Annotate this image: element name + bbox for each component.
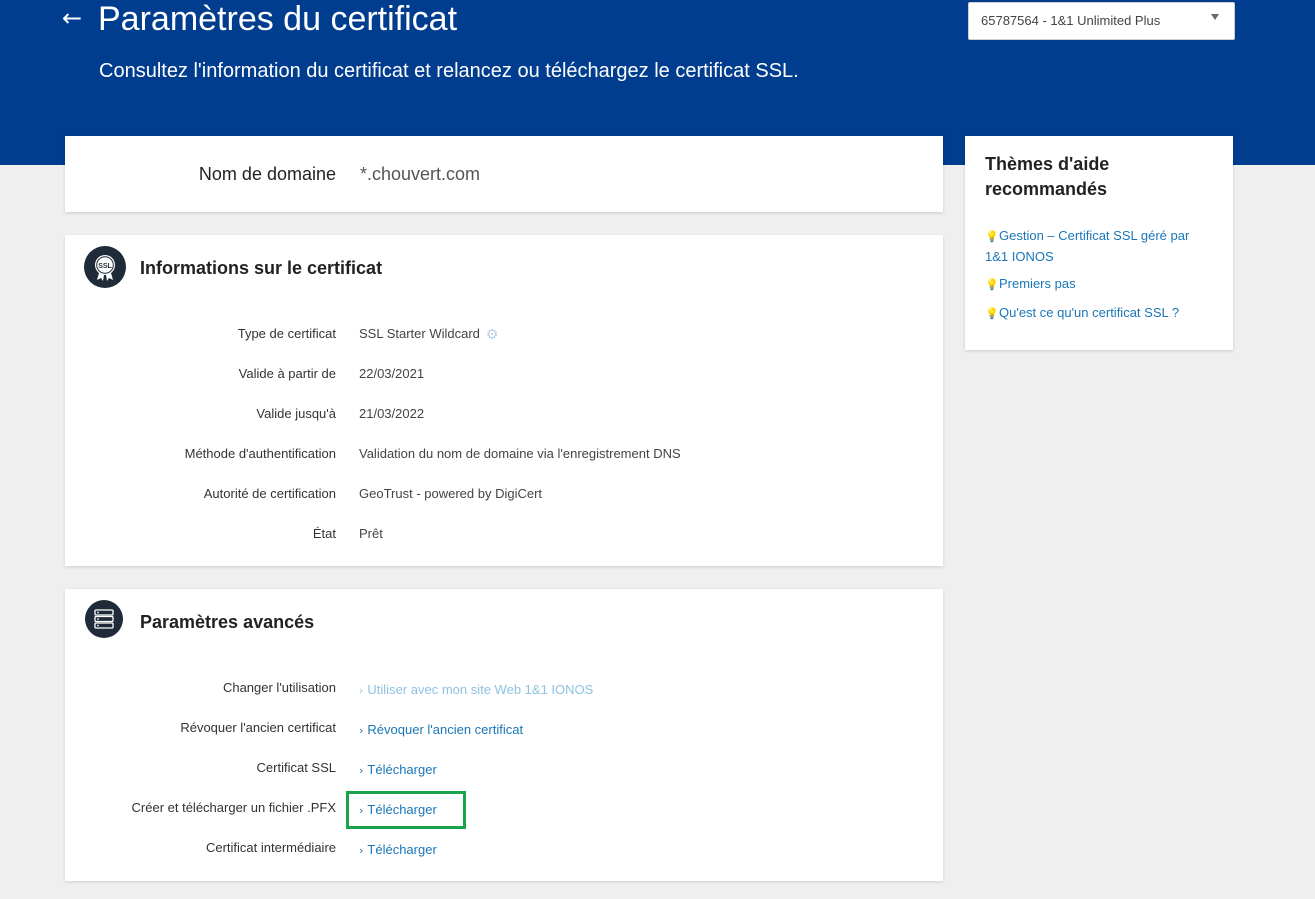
domain-label: Nom de domaine [198, 164, 336, 184]
domain-value: *.chouvert.com [360, 164, 481, 184]
auth-method-label: Méthode d'authentification [184, 446, 336, 461]
cert-authority-value: GeoTrust - powered by DigiCert [359, 486, 543, 501]
chevron-right-icon: › [359, 724, 364, 737]
ssl-certificate-label: Certificat SSL [256, 760, 336, 775]
advanced-settings-card: Paramètres avancés Changer l'utilisation… [65, 589, 943, 881]
help-link-what-is-ssl[interactable]: 💡Qu'est ce qu'un certificat SSL ? [985, 303, 1210, 324]
chevron-right-icon: › [359, 844, 364, 857]
intermediate-cert-label: Certificat intermédiaire [205, 840, 336, 855]
server-icon [85, 600, 123, 638]
certificate-info-title: Informations sur le certificat [140, 258, 383, 278]
page-subtitle: Consultez l'information du certificat et… [99, 60, 799, 82]
valid-until-label: Valide jusqu'à [256, 406, 336, 421]
cert-type-value: SSL Starter Wildcard ⚙ [359, 326, 499, 343]
page-title: Paramètres du certificat [98, 0, 458, 38]
chevron-down-icon [1211, 14, 1219, 20]
revoke-label: Révoquer l'ancien certificat [180, 720, 336, 735]
change-usage-label: Changer l'utilisation [222, 680, 336, 695]
cert-authority-label: Autorité de certification [203, 486, 336, 501]
download-intermediate-link[interactable]: › Télécharger [359, 842, 437, 857]
lightbulb-icon: 💡 [985, 231, 999, 243]
contract-select-value: 65787564 - 1&1 Unlimited Plus [981, 13, 1161, 28]
lightbulb-icon: 💡 [985, 279, 999, 291]
help-link-getting-started[interactable]: 💡Premiers pas [985, 274, 1210, 295]
svg-text:SSL: SSL [98, 263, 112, 270]
auth-method-value: Validation du nom de domaine via l'enreg… [359, 446, 681, 461]
cert-type-label: Type de certificat [237, 326, 336, 341]
valid-from-label: Valide à partir de [238, 366, 336, 381]
lightbulb-icon: 💡 [985, 308, 999, 320]
arrow-left-icon[interactable]: ← [62, 5, 82, 31]
domain-card: Nom de domaine *.chouvert.com [65, 136, 943, 212]
chevron-right-icon: › [359, 684, 364, 697]
certificate-info-card: SSL Informations sur le certificat Type … [65, 235, 943, 566]
help-link-ssl-management[interactable]: 💡Gestion – Certificat SSL géré par 1&1 I… [985, 226, 1210, 266]
valid-until-value: 21/03/2022 [359, 406, 425, 421]
pfx-download-highlight [346, 791, 466, 829]
download-ssl-link[interactable]: › Télécharger [359, 762, 437, 777]
pfx-label: Créer et télécharger un fichier .PFX [131, 800, 336, 815]
revoke-certificate-link[interactable]: › Révoquer l'ancien certificat [359, 722, 523, 737]
chevron-right-icon: › [359, 764, 364, 777]
status-value: Prêt [359, 526, 383, 541]
gear-icon[interactable]: ⚙ [486, 326, 499, 343]
advanced-settings-title: Paramètres avancés [140, 612, 315, 632]
help-topics-card: Thèmes d'aide recommandés 💡Gestion – Cer… [965, 136, 1233, 350]
help-topics-title: Thèmes d'aide recommandés [985, 154, 1110, 199]
use-with-website-link: › Utiliser avec mon site Web 1&1 IONOS [359, 682, 594, 697]
ssl-badge-icon: SSL [84, 246, 126, 288]
valid-from-value: 22/03/2021 [359, 366, 425, 381]
status-label: État [312, 526, 336, 541]
contract-select[interactable]: 65787564 - 1&1 Unlimited Plus [968, 2, 1235, 40]
